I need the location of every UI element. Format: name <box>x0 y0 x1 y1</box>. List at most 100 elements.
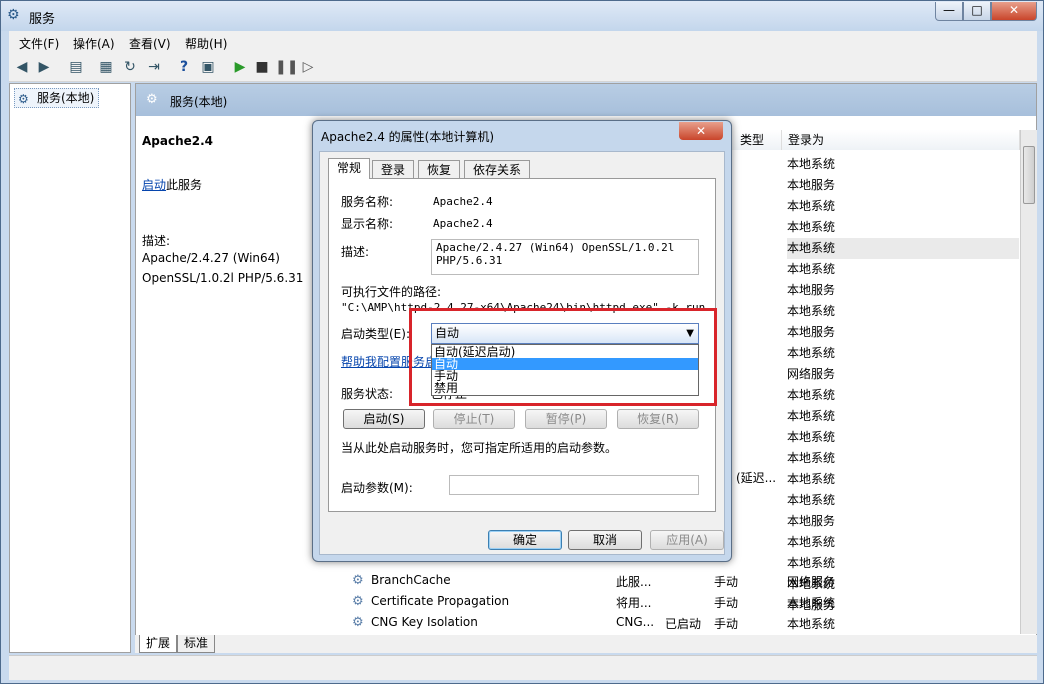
dialog-close-button[interactable]: ✕ <box>679 122 723 140</box>
selected-service-name: Apache2.4 <box>142 134 214 148</box>
description-label: 描述: <box>142 234 171 248</box>
start-button[interactable]: 启动(S) <box>343 409 425 429</box>
description-label: 描述: <box>341 245 370 259</box>
cancel-button[interactable]: 取消 <box>568 530 642 550</box>
logon-cell: 本地系统 <box>787 220 836 234</box>
service-name-value: Apache2.4 <box>433 195 493 208</box>
tab-extended[interactable]: 扩展 <box>139 635 178 653</box>
help-icon[interactable]: ? <box>175 58 193 76</box>
menu-help[interactable]: 帮助(H) <box>185 35 227 52</box>
logon-cell: 本地系统 <box>787 346 836 360</box>
tab-general[interactable]: 常规 <box>328 158 371 179</box>
service-status-cell: 已启动 <box>665 617 702 631</box>
start-service-icon[interactable]: ▶ <box>231 58 249 76</box>
view-tabs: 扩展 标准 <box>135 635 1037 653</box>
resume-button[interactable]: 恢复(R) <box>617 409 699 429</box>
service-startup-cell: 手动 <box>714 575 739 589</box>
panel-header: ⚙ 服务(本地) <box>136 84 1036 116</box>
restart-service-icon[interactable]: ▷ <box>299 58 317 76</box>
menu-action[interactable]: 操作(A) <box>73 35 115 52</box>
annotation-highlight-box <box>409 308 717 406</box>
stop-button[interactable]: 停止(T) <box>433 409 515 429</box>
start-service-link[interactable]: 启动 <box>142 176 166 193</box>
tree-item-label: 服务(本地) <box>37 91 95 105</box>
minimize-button[interactable]: — <box>935 2 963 21</box>
logon-cell: 本地系统 <box>787 451 836 465</box>
logon-cell: 本地服务 <box>787 514 836 528</box>
stop-service-icon[interactable]: ■ <box>253 58 271 76</box>
start-params-label: 启动参数(M): <box>341 481 413 495</box>
description-line: OpenSSL/1.0.2l PHP/5.6.31 <box>142 271 304 285</box>
title-bar[interactable]: ⚙ 服务 — □ ✕ <box>1 1 1043 31</box>
menu-file[interactable]: 文件(F) <box>19 35 59 52</box>
description-line: PHP/5.6.31 <box>436 254 503 267</box>
pause-button[interactable]: 暂停(P) <box>525 409 607 429</box>
service-startup-cell: 手动 <box>714 617 739 631</box>
logon-cell: 网络服务 <box>787 367 836 381</box>
refresh-icon[interactable]: ↻ <box>121 58 139 76</box>
vertical-scrollbar[interactable] <box>1020 130 1037 634</box>
back-arrow-icon[interactable]: ◀ <box>13 58 31 76</box>
toolbar: ◀ ▶ ▤ ▦ ↻ ⇥ ? ▣ ▶ ■ ❚❚ ▷ <box>9 53 1037 82</box>
start-params-input[interactable] <box>449 475 699 495</box>
service-desc-cell: CNG... <box>616 615 655 629</box>
services-icon: ⚙ <box>146 92 158 107</box>
ok-button[interactable]: 确定 <box>488 530 562 550</box>
service-logon-cell: 本地系统 <box>787 596 836 610</box>
service-name-label: 服务名称: <box>341 195 394 209</box>
startup-type-cell: (延迟... <box>736 471 777 485</box>
maximize-button[interactable]: □ <box>963 2 991 21</box>
service-name-cell: BranchCache <box>371 573 451 587</box>
forward-arrow-icon[interactable]: ▶ <box>35 58 53 76</box>
description-line: Apache/2.4.27 (Win64) OpenSSL/1.0.2l <box>436 241 675 254</box>
logon-cell: 本地系统 <box>787 472 836 486</box>
logon-cell: 本地系统 <box>787 304 836 318</box>
logon-cell: 本地系统 <box>787 430 836 444</box>
logon-cell: 本地服务 <box>787 325 836 339</box>
table-row[interactable]: ⚙ Certificate Propagation 将用... 手动 本地系统 <box>346 592 1021 613</box>
tab-standard[interactable]: 标准 <box>177 635 216 653</box>
display-name-value: Apache2.4 <box>433 217 493 230</box>
logon-cell: 本地系统 <box>787 535 836 549</box>
table-row[interactable]: ⚙ CNG Key Isolation CNG... 已启动 手动 本地系统 <box>346 613 1021 634</box>
menu-bar: 文件(F) 操作(A) 查看(V) 帮助(H) <box>9 31 1037 53</box>
logon-cell: 本地系统 <box>787 409 836 423</box>
console-tree-icon[interactable]: ▤ <box>67 58 85 76</box>
close-button[interactable]: ✕ <box>991 2 1037 21</box>
status-bar <box>9 655 1037 680</box>
scrollbar-thumb[interactable] <box>1023 146 1035 204</box>
apply-button[interactable]: 应用(A) <box>650 530 724 550</box>
service-name-cell: CNG Key Isolation <box>371 615 478 629</box>
tree-item-services-local[interactable]: ⚙ 服务(本地) <box>14 88 100 108</box>
service-logon-cell: 本地系统 <box>787 617 836 631</box>
logon-cell: 本地系统 <box>787 157 836 171</box>
tab-recovery[interactable]: 恢复 <box>418 160 461 179</box>
path-label: 可执行文件的路径: <box>341 285 442 299</box>
logon-cell: 本地系统 <box>787 388 836 402</box>
services-icon: ⚙ <box>18 92 29 106</box>
logon-cell: 本地系统 <box>787 262 836 276</box>
description-line: Apache/2.4.27 (Win64) <box>142 251 280 265</box>
show-pane-icon[interactable]: ▣ <box>199 58 217 76</box>
tab-dependencies[interactable]: 依存关系 <box>464 160 531 179</box>
menu-view[interactable]: 查看(V) <box>129 35 171 52</box>
gear-icon: ⚙ <box>352 573 364 588</box>
service-name-cell: Certificate Propagation <box>371 594 510 608</box>
logon-column: 本地系统 本地服务 本地系统 本地系统 本地系统 本地系统 本地服务 本地系统 … <box>787 154 1019 616</box>
properties-icon[interactable]: ▦ <box>97 58 115 76</box>
table-row[interactable]: ⚙ BranchCache 此服... 手动 网络服务 <box>346 571 1021 592</box>
tab-logon[interactable]: 登录 <box>372 160 415 179</box>
logon-cell: 本地服务 <box>787 283 836 297</box>
console-tree: ⚙ 服务(本地) <box>9 83 131 653</box>
pause-service-icon[interactable]: ❚❚ <box>275 58 298 76</box>
logon-cell: 本地系统 <box>787 493 836 507</box>
startup-type-label: 启动类型(E): <box>341 327 410 341</box>
description-box[interactable]: Apache/2.4.27 (Win64) OpenSSL/1.0.2l PHP… <box>431 239 699 275</box>
export-list-icon[interactable]: ⇥ <box>145 58 163 76</box>
panel-header-title: 服务(本地) <box>170 95 228 109</box>
column-header-logon-as[interactable]: 登录为 <box>782 130 1020 150</box>
service-status-label: 服务状态: <box>341 387 394 401</box>
logon-cell: 本地系统 <box>787 238 1019 259</box>
service-desc-cell: 将用... <box>616 596 652 610</box>
logon-cell: 本地服务 <box>787 178 836 192</box>
